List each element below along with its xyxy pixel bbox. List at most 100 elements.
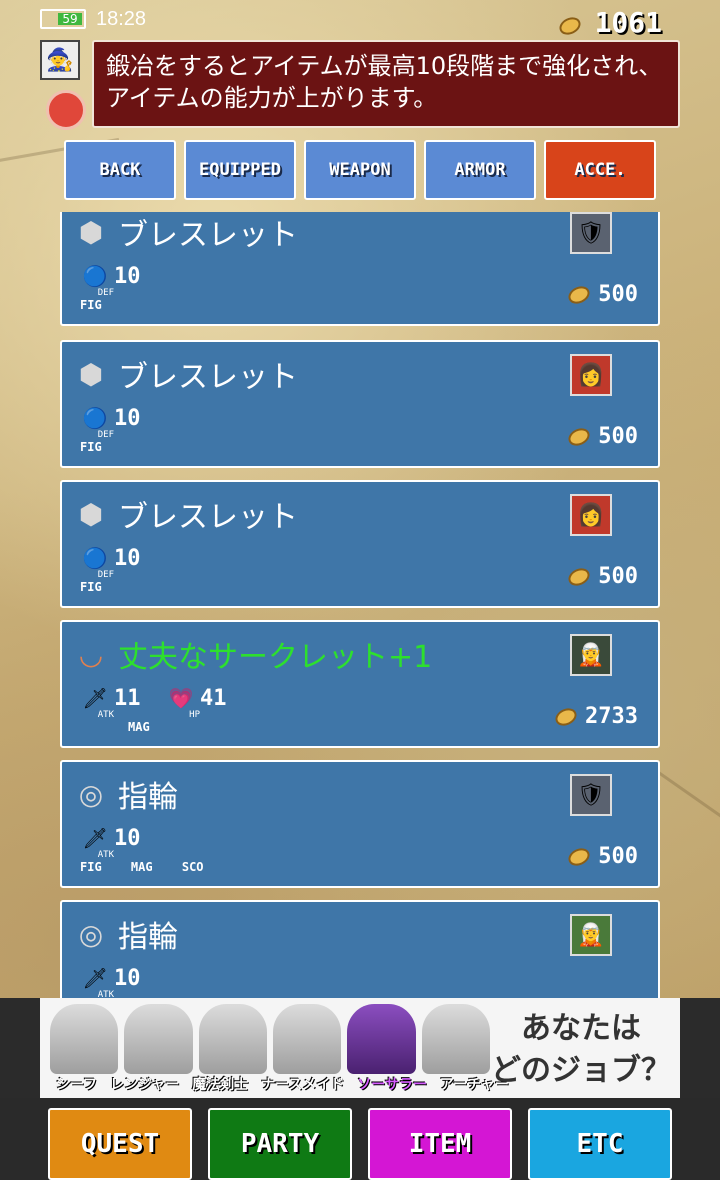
tab-back[interactable]: BACK <box>64 140 176 200</box>
ad-banner[interactable]: シーフ レンジャー 魔法剣士 ナースメイド ソーサラー アーチャー あなたは ど… <box>40 998 680 1098</box>
battery-level: 59 <box>58 13 82 25</box>
ad-headline-line: どのジョブ？ <box>491 1053 671 1088</box>
def-icon: 🔵 DEF <box>82 264 114 298</box>
price-value: 500 <box>598 282 638 307</box>
nav-quest-button[interactable]: QUEST <box>48 1108 192 1180</box>
item-price: 500 <box>565 844 638 869</box>
coin-icon <box>565 844 593 869</box>
job-tag: FIG <box>80 298 102 312</box>
price-value: 500 <box>598 844 638 869</box>
job-tag: FIG <box>80 580 102 594</box>
nav-party-button[interactable]: PARTY <box>208 1108 352 1180</box>
list-item[interactable]: ⬢ ブレスレット 👩 🔵 DEF 10 FIG 500 <box>60 480 660 608</box>
bracelet-icon: ⬢ <box>78 357 104 391</box>
clock: 18:28 <box>96 8 147 30</box>
stat-tag: ATK <box>97 990 114 998</box>
item-name: 丈夫なサークレット+1 <box>118 640 433 675</box>
ad-headline: あなたは どのジョブ？ <box>486 1008 676 1092</box>
hp-icon: 💗 HP <box>168 686 200 720</box>
job-tag: MAG <box>128 720 150 734</box>
list-item[interactable]: ⬢ ブレスレット 👩 🔵 DEF 10 FIG 500 <box>60 340 660 468</box>
ad-job: レンジャー <box>110 1077 180 1093</box>
ad-side-panel <box>680 998 720 1098</box>
item-price: 500 <box>565 424 638 449</box>
list-item[interactable]: ⬢ ブレスレット 🛡 🔵 DEF 10 FIG 500 <box>60 212 660 326</box>
ad-side-panel <box>0 998 40 1098</box>
stat-value: 10 <box>114 545 141 571</box>
item-stat: 💗 HP 41 <box>168 684 227 721</box>
atk-icon: 🗡 ATK <box>82 966 114 998</box>
stat-value: 10 <box>114 825 141 851</box>
character-avatar: 🧙 <box>40 40 80 80</box>
item-stat: 🗡 ATK 10 <box>82 964 141 999</box>
coin-icon <box>565 564 593 589</box>
ring-icon: ◎ <box>78 917 104 951</box>
item-price: 2733 <box>552 704 638 729</box>
elf-portrait: 🧝 <box>570 914 612 956</box>
stat-value: 10 <box>114 263 141 289</box>
price-value: 2733 <box>585 704 638 729</box>
atk-icon: 🗡 ATK <box>82 826 114 860</box>
stat-tag: ATK <box>97 710 114 720</box>
coin-icon <box>552 704 580 729</box>
ad-job: シーフ <box>56 1077 98 1093</box>
job-tags: FIG <box>80 440 124 454</box>
list-item[interactable]: ◡ 丈夫なサークレット+1 🧝 🗡 ATK 11 💗 HP 41 MAG 2733 <box>60 620 660 748</box>
ring-icon: ◎ <box>78 777 104 811</box>
ad-character <box>347 1004 416 1074</box>
redhair-portrait: 👩 <box>570 354 612 396</box>
coin-amount: 1061 <box>594 6 662 39</box>
ad-job: 魔法剣士 <box>192 1077 249 1093</box>
coin-icon <box>565 282 593 307</box>
stat-tag: HP <box>189 710 200 720</box>
message-box: 鍛冶をするとアイテムが最高10段階まで強化され、アイテムの能力が上がります。 <box>92 40 680 128</box>
ad-headline-line: あなたは <box>521 1011 641 1046</box>
ad-job: ナースメイド <box>261 1077 345 1093</box>
tab-accessory[interactable]: ACCE. <box>544 140 656 200</box>
item-name: 指輪 <box>118 780 178 815</box>
ad-character <box>421 1004 490 1074</box>
map-location-marker <box>46 90 86 130</box>
job-tags: FIG <box>80 298 124 312</box>
ad-character <box>198 1004 267 1074</box>
stat-value: 41 <box>200 685 227 711</box>
job-tag: SCO <box>181 860 204 874</box>
item-list[interactable]: ⬢ ブレスレット 🛡 🔵 DEF 10 FIG 500 ⬢ ブレスレット 👩 🔵 D… <box>60 212 660 998</box>
bracelet-icon: ⬢ <box>78 497 104 531</box>
tab-equipped[interactable]: EQUIPPED <box>184 140 296 200</box>
item-name: ブレスレット <box>118 218 298 253</box>
def-icon: 🔵 DEF <box>82 406 114 440</box>
list-item[interactable]: ◎ 指輪 🧝 🗡 ATK 10 <box>60 900 660 998</box>
tab-weapon[interactable]: WEAPON <box>304 140 416 200</box>
job-tag: MAG <box>130 860 153 874</box>
stat-value: 10 <box>114 965 141 991</box>
item-name: 指輪 <box>118 920 178 955</box>
coin-counter: 1061 <box>556 6 662 39</box>
knight-portrait: 🛡 <box>570 212 612 254</box>
stat-value: 11 <box>114 685 141 711</box>
ad-job: ソーサラー <box>357 1077 428 1093</box>
job-tag: FIG <box>80 440 102 454</box>
stat-tag: DEF <box>97 570 114 580</box>
ad-character <box>124 1004 193 1074</box>
ad-characters <box>50 1004 490 1074</box>
job-tag: FIG <box>80 860 102 874</box>
item-stat: 🔵 DEF 10 <box>82 404 141 441</box>
circlet-icon: ◡ <box>78 637 104 671</box>
item-price: 500 <box>565 564 638 589</box>
item-stat: 🗡 ATK 10 <box>82 824 141 861</box>
stat-tag: DEF <box>97 430 114 440</box>
item-stat: 🔵 DEF 10 <box>82 544 141 581</box>
ad-character <box>272 1004 342 1074</box>
def-icon: 🔵 DEF <box>82 546 114 580</box>
item-stat: 🔵 DEF 10 <box>82 262 141 299</box>
list-item[interactable]: ◎ 指輪 🛡 🗡 ATK 10 FIG MAG SCO 500 <box>60 760 660 888</box>
message-text: 鍛冶をするとアイテムが最高10段階まで強化され、アイテムの能力が上がります。 <box>106 52 663 112</box>
tab-armor[interactable]: ARMOR <box>424 140 536 200</box>
battery-icon: 59 <box>40 9 86 29</box>
bracelet-icon: ⬢ <box>78 215 104 249</box>
item-name: ブレスレット <box>118 500 298 535</box>
job-tags: FIG MAG SCO <box>80 860 226 874</box>
nav-etc-button[interactable]: ETC <box>528 1108 672 1180</box>
nav-item-button[interactable]: ITEM <box>368 1108 512 1180</box>
